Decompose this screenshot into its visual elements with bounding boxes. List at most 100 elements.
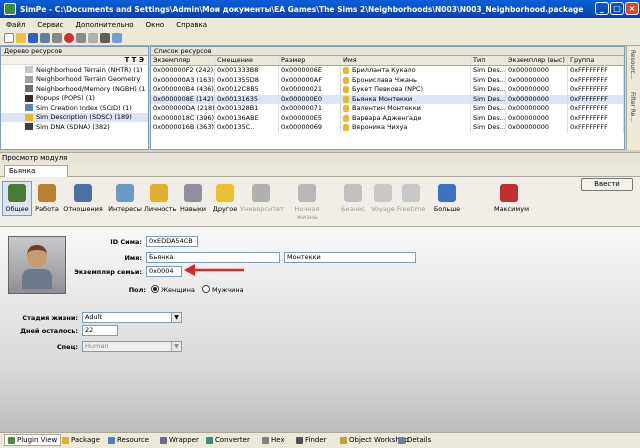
col-instance[interactable]: Экземпляр [151,56,215,65]
tab-icon [398,436,405,444]
tab-icon [340,436,347,444]
module-tab-interests[interactable]: Интересы [104,184,146,213]
disk-icon[interactable] [52,33,62,43]
family-label: Экземпляр семьи: [74,268,142,276]
dock-tab-filter[interactable]: Filter Re... [629,92,636,122]
module-tab-label: Университет [240,205,284,213]
bottom-tab-resource[interactable]: Resource [108,434,149,446]
document-tab[interactable]: Бьянка Монтекки [4,165,68,186]
bottom-tab-plugin-view[interactable]: Plugin View [4,434,62,446]
menu-window[interactable]: Окно [140,21,171,29]
dock-tab-resource[interactable]: Resourc... [629,50,636,80]
list-cell: 0x00000021 [279,85,341,95]
col-group[interactable]: Группа [568,56,624,65]
module-tab-label: Общее [5,205,29,213]
col-type[interactable]: Тип [471,56,506,65]
module-tab-nightlife[interactable]: Ночная жизнь [286,184,328,221]
tree-item-selected[interactable]: Sim Description (SDSC) (189) [1,112,148,122]
tree-item[interactable]: Sim Creation Index (SCID) (1) [1,103,148,113]
delete-icon[interactable] [64,33,74,43]
sim-id-field[interactable]: 0xEDDA54CB [146,236,198,247]
species-select[interactable]: Human ▼ [82,341,182,352]
commit-button[interactable]: Ввести [581,178,633,191]
plugin-icon[interactable] [112,33,122,43]
maximize-button[interactable]: □ [610,2,624,15]
list-cell: 0x001333B8 [215,66,279,76]
tool-icon[interactable] [76,33,86,43]
module-tab-label: Навыки [180,205,206,213]
module-tab-more[interactable]: Больше [432,184,462,213]
module-tab-other[interactable]: Другое [210,184,240,213]
menu-help[interactable]: Справка [170,21,213,29]
module-tab-skills[interactable]: Навыки [178,184,208,213]
bottom-tab-converter[interactable]: Converter [206,434,250,446]
module-tab-label: Другое [212,205,238,213]
col-name[interactable]: Имя [341,56,471,65]
bottom-tab-hex[interactable]: Hex [262,434,285,446]
module-tab-work[interactable]: Работа [32,184,62,213]
tree-item[interactable]: Neighborhood Terrain Geometry [1,75,148,85]
list-row[interactable]: 0x000000B4 (436) 0x0012C8B5 0x00000021 Буке… [151,85,624,95]
life-stage-select[interactable]: Adult ▼ [82,312,182,323]
family-field[interactable]: 0x0004 [146,266,182,277]
search-icon[interactable] [88,33,98,43]
menu-file[interactable]: Файл [0,21,31,29]
open-folder-icon[interactable] [16,33,26,43]
tree-item[interactable]: Neighborhood/Memory (NGBH) (1 [1,84,148,94]
female-label: Женщина [161,286,195,294]
chevron-down-icon[interactable]: ▼ [171,342,181,351]
col-instance-hi[interactable]: Экземпляр (выс) [506,56,568,65]
module-tab-max[interactable]: Максимум [494,184,529,213]
list-cell: 0x001328B1 [215,104,279,114]
bottom-tab-wrapper[interactable]: Wrapper [160,434,199,446]
bottom-tab-package[interactable]: Package [62,434,100,446]
tree-item[interactable]: Neighborhood Terrain (NHTR) (1) [1,65,148,75]
list-row[interactable]: 0x000000F2 (242) 0x001333B8 0x0000006E Брил… [151,66,624,76]
module-tab-label: Отношения [63,205,103,213]
chevron-down-icon[interactable]: ▼ [171,313,181,322]
module-tab-voyage[interactable]: Voyage [368,184,398,213]
col-offset[interactable]: Смещение [215,56,279,65]
save-icon[interactable] [28,33,38,43]
days-left-field[interactable]: 22 [82,325,118,336]
module-tab-freetime[interactable]: Freetime [396,184,426,213]
male-radio[interactable] [202,285,210,293]
list-cell: 0xFFFFFFFF [568,123,624,133]
female-radio[interactable] [151,285,159,293]
list-row[interactable]: 0x0000018C (396) 0x00136ABE 0x000000E5 Варв… [151,113,624,123]
days-left-label: Дней осталось: [20,327,78,335]
module-tab-general[interactable]: Общее [2,181,32,216]
close-button[interactable]: × [625,2,639,15]
list-row[interactable]: 0x000000DA (218) 0x001328B1 0x00000071 Вале… [151,104,624,114]
list-cell: 0x00000071 [279,104,341,114]
list-cell: Sim Des... [473,94,506,104]
list-cell-text: Букет Певкова (NPC) [352,85,423,93]
tree-sort-bar[interactable]: T T Э [1,56,148,65]
menu-extra[interactable]: Дополнительно [70,21,140,29]
module-tab-university[interactable]: Университет [240,184,284,213]
save-all-icon[interactable] [40,33,50,43]
list-row[interactable]: 0x0000008E (142) 0x00131635 0x000000E0 Бьян… [151,94,624,104]
module-tab-business[interactable]: Бизнес [338,184,368,213]
module-tab-label: Бизнес [341,205,365,213]
tree-item[interactable]: Popups (POPS) (1) [1,94,148,104]
last-name-field[interactable]: Монтекки [284,252,416,263]
settings-icon[interactable] [100,33,110,43]
module-tab-personality[interactable]: Личность [144,184,176,213]
minimize-button[interactable]: _ [595,2,609,15]
list-cell: Sim Des... [473,75,506,85]
list-row[interactable]: 0x000000A3 (163) 0x001355D8 0x000000AF Брон… [151,75,624,85]
species-label: Спец: [56,343,78,351]
bottom-tab-details[interactable]: Details [398,434,431,446]
bottom-tab-finder[interactable]: Finder [296,434,327,446]
menu-service[interactable]: Сервис [31,21,69,29]
module-tab-relations[interactable]: Отношения [62,184,104,213]
new-file-icon[interactable] [4,33,14,43]
list-cell: 0x0012C8B5 [215,85,279,95]
list-title: Список ресурсов [151,47,624,56]
resource-icon [25,85,33,93]
list-row[interactable]: 0x0000016B (363) 0x00135C.. 0x00000069 Веро… [151,123,624,133]
tree-item[interactable]: Sim DNA (SDNA) (382) [1,122,148,132]
col-size[interactable]: Размер [279,56,341,65]
first-name-field[interactable]: Бьянка [146,252,280,263]
